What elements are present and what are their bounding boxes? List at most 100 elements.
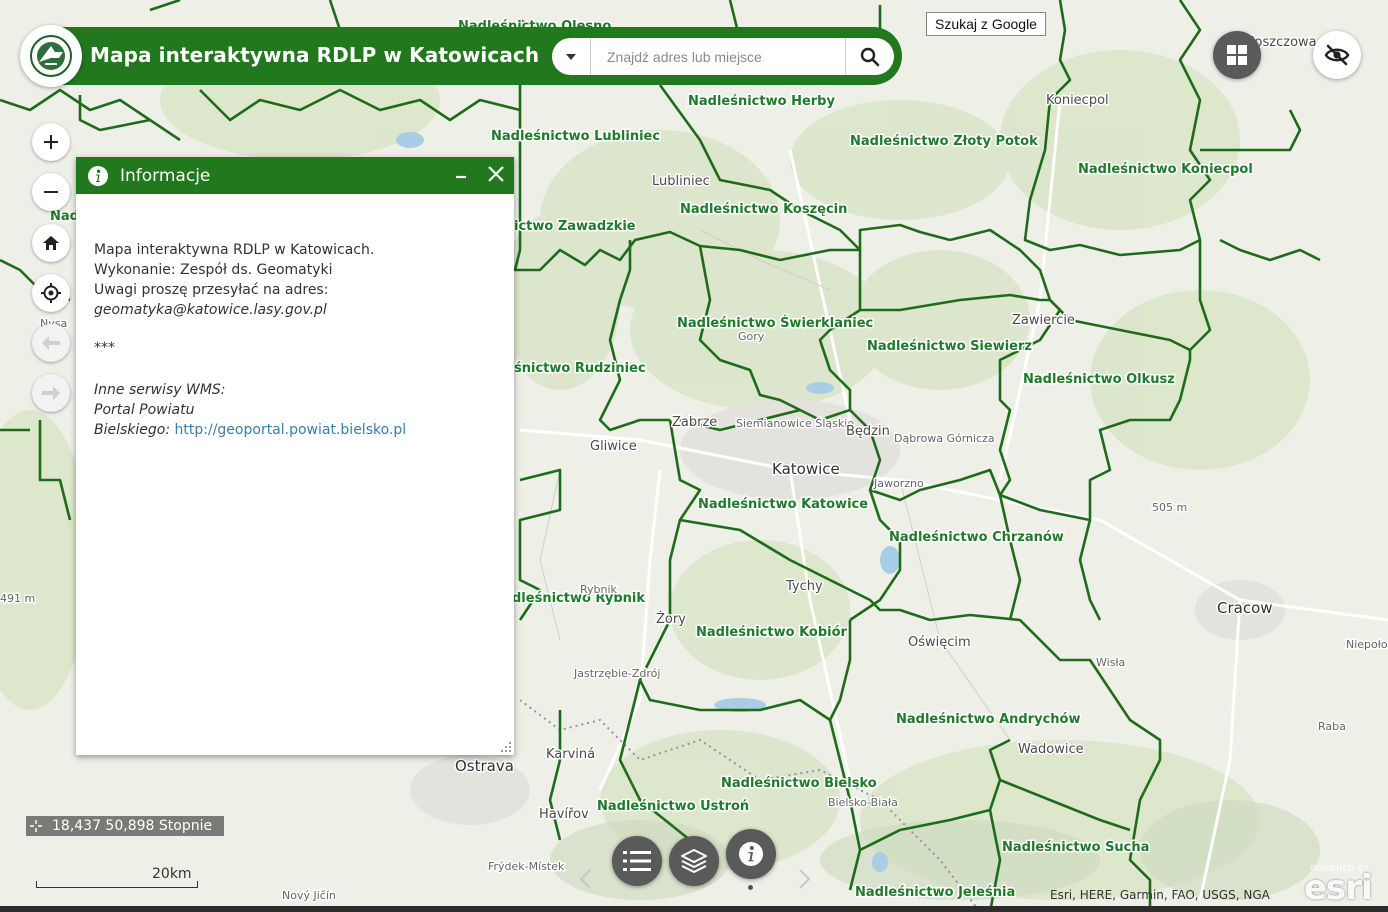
place-label: Gliwice: [590, 439, 637, 454]
place-label: Wadowice: [1018, 742, 1084, 757]
contact-email: geomatyka@katowice.lasy.gov.pl: [94, 302, 327, 318]
legend-button[interactable]: [612, 836, 662, 886]
place-label: Zabrze: [672, 415, 717, 430]
minus-icon: [44, 191, 58, 193]
district-label: Nadleśnictwo Lubliniec: [491, 129, 660, 144]
search-bar: [552, 38, 894, 75]
district-label: Nadleśnictwo Katowice: [698, 497, 868, 512]
toggle-visibility-button[interactable]: [1313, 31, 1361, 79]
district-label: Nadleśnictwo Olkusz: [1023, 372, 1175, 387]
district-label: śnictwo Rudziniec: [514, 361, 646, 376]
home-button[interactable]: [32, 224, 70, 262]
previous-extent-button[interactable]: [32, 324, 70, 362]
place-label: Bielsko-Biała: [828, 796, 898, 809]
caret-down-icon: [566, 53, 576, 60]
district-label: Nadleśnictwo Sucha: [1002, 840, 1149, 855]
place-label: Niepołomice: [1346, 638, 1388, 651]
resize-handle-icon[interactable]: [500, 741, 512, 753]
district-label: Nadleśnictwo Chrzanów: [889, 530, 1064, 545]
app-logo[interactable]: [20, 25, 82, 87]
place-label: Nový Jičín: [282, 889, 336, 902]
zoom-out-button[interactable]: [32, 173, 70, 211]
place-label: Cracow: [1217, 599, 1273, 617]
about-button[interactable]: [726, 829, 776, 879]
place-label: Tychy: [785, 579, 823, 594]
crosshair-icon: [41, 283, 61, 303]
info-text-line: Mapa interaktywna RDLP w Katowicach.: [94, 242, 375, 258]
wms-portal-line: Portal Powiatu: [94, 402, 195, 418]
district-label: Nadleśnictwo Koniecpol: [1078, 162, 1253, 177]
map-attribution[interactable]: Esri, HERE, Garmin, FAO, USGS, NGA: [1050, 888, 1270, 902]
coordinate-readout[interactable]: 18,437 50,898 Stopnie: [26, 816, 224, 836]
district-label: Nadleśnictwo Siewierz: [867, 339, 1032, 354]
place-label: Koniecpol: [1046, 93, 1109, 108]
pager-indicator[interactable]: [748, 885, 753, 890]
arrow-right-icon: [42, 386, 60, 400]
search-icon: [860, 47, 880, 66]
place-label: Jaworzno: [873, 477, 924, 490]
separator-text: ***: [94, 340, 115, 356]
place-label: Żory: [656, 611, 686, 627]
arrow-left-icon: [42, 336, 60, 350]
place-label: Ostrava: [455, 757, 514, 775]
info-icon: [739, 842, 763, 866]
wms-portal-link[interactable]: http://geoportal.powiat.bielsko.pl: [175, 422, 407, 438]
district-label: Nadleśnictwo Bielsko: [721, 776, 877, 791]
esri-logo[interactable]: POWERED BY esri: [1304, 862, 1382, 908]
district-label: Nadleśnictwo Kobiór: [696, 625, 848, 640]
forest-logo-icon: [30, 35, 72, 77]
close-icon[interactable]: [486, 164, 506, 184]
wms-portal-line2: Bielskiego: http://geoportal.powiat.biel…: [94, 420, 496, 440]
minimize-icon[interactable]: [452, 165, 470, 185]
district-label: Nadleśnictwo Złoty Potok: [850, 134, 1038, 149]
info-text-line: Wykonanie: Zespół ds. Geomatyki: [94, 262, 333, 278]
coordinate-crosshair-icon: [26, 816, 46, 836]
district-label: dleśnictwo Rybnik: [512, 591, 645, 606]
esri-wordmark: esri: [1304, 868, 1373, 908]
zoom-in-button[interactable]: [32, 123, 70, 161]
pager-prev-icon[interactable]: [578, 868, 594, 890]
info-icon: [88, 165, 108, 186]
place-label: Katowice: [772, 460, 840, 478]
district-label: Nadleśnictwo Świerklaniec: [677, 315, 873, 331]
coordinate-text: 18,437 50,898 Stopnie: [52, 818, 213, 834]
place-label: 491 m: [0, 592, 35, 605]
district-label: Nadleśnictwo Jeleśnia: [855, 885, 1015, 900]
district-label: Nad: [50, 209, 79, 224]
district-label: Nadleśnictwo Andrychów: [896, 712, 1080, 727]
search-input[interactable]: [591, 40, 845, 73]
scale-label: 20km: [152, 866, 192, 882]
eye-slash-icon: [1324, 44, 1350, 66]
place-label: Frýdek-Místek: [488, 860, 565, 873]
pager-next-icon[interactable]: [796, 868, 812, 890]
place-label: Wisła: [1096, 656, 1125, 669]
layer-list-button[interactable]: [669, 836, 719, 886]
place-label: Karviná: [546, 747, 595, 762]
info-panel-body: Mapa interaktywna RDLP w Katowicach. Wyk…: [76, 194, 514, 440]
place-label: Lubliniec: [652, 174, 710, 189]
google-search-button[interactable]: Szukaj z Google: [926, 12, 1046, 36]
place-label: Będzin: [846, 424, 890, 439]
district-label: Nadleśnictwo Herby: [688, 94, 835, 109]
grid-icon: [1227, 45, 1247, 65]
info-text-line: Uwagi proszę przesyłać na adres:: [94, 282, 329, 298]
info-panel-header[interactable]: Informacje: [76, 157, 514, 194]
place-label: Rybnik: [580, 583, 618, 596]
list-icon: [623, 851, 651, 871]
locate-button[interactable]: [32, 274, 70, 312]
district-label: ictwo Zawadzkie: [514, 219, 636, 234]
place-label: Oświęcim: [908, 635, 971, 650]
wms-portal-prefix: Bielskiego:: [94, 422, 175, 438]
place-label: 505 m: [1152, 501, 1187, 514]
search-button[interactable]: [845, 38, 894, 75]
place-label: Raba: [1318, 720, 1346, 733]
info-panel: Informacje Mapa interaktywna RDLP w Kato…: [76, 157, 514, 755]
plus-icon: [44, 135, 58, 149]
home-icon: [43, 236, 59, 250]
place-label: Gory: [738, 330, 765, 343]
search-source-dropdown[interactable]: [552, 38, 591, 75]
next-extent-button[interactable]: [32, 374, 70, 412]
app-launcher-button[interactable]: [1213, 31, 1261, 79]
wms-intro: Inne serwisy WMS:: [94, 382, 226, 398]
place-label: Havířov: [539, 807, 589, 822]
